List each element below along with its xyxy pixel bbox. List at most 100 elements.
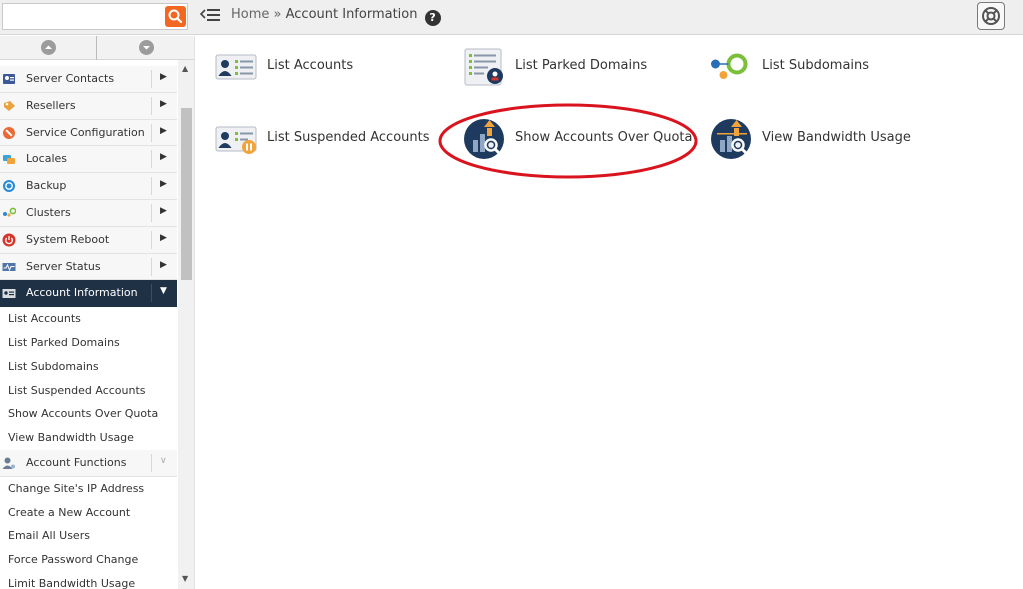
caret-right-icon: ▶ bbox=[160, 205, 167, 216]
subdomains-icon bbox=[711, 53, 748, 79]
caret-right-icon: ▶ bbox=[160, 98, 167, 109]
submenu-item-create-account[interactable]: Create a New Account bbox=[0, 501, 177, 525]
submenu-item-show-accounts-over-quota[interactable]: Show Accounts Over Quota bbox=[0, 402, 177, 426]
top-bar: Home » Account Information ? bbox=[0, 0, 1023, 35]
list-accounts-icon bbox=[215, 54, 257, 80]
sidebar-item-label: Resellers bbox=[26, 98, 76, 112]
submenu-item-list-subdomains[interactable]: List Subdomains bbox=[0, 355, 177, 379]
expand-all-button[interactable] bbox=[98, 36, 194, 60]
sidebar-nav: Server Contacts ▶ Resellers ▶ Service Co… bbox=[0, 66, 177, 589]
divider bbox=[151, 284, 152, 303]
submenu-item-list-suspended-accounts[interactable]: List Suspended Accounts bbox=[0, 379, 177, 403]
submenu-item-view-bandwidth-usage[interactable]: View Bandwidth Usage bbox=[0, 426, 177, 450]
chevron-down-circle-icon bbox=[139, 40, 154, 55]
divider bbox=[151, 70, 152, 88]
lifebuoy-icon bbox=[982, 7, 1000, 25]
contacts-icon bbox=[3, 74, 15, 84]
locales-icon bbox=[3, 155, 15, 165]
submenu-item-limit-bandwidth[interactable]: Limit Bandwidth Usage bbox=[0, 572, 177, 589]
caret-right-icon: ▶ bbox=[160, 125, 167, 136]
caret-right-icon: ▶ bbox=[160, 72, 167, 82]
search-input[interactable] bbox=[3, 4, 167, 29]
page-title: Account Information bbox=[285, 7, 418, 22]
main-content: List Accounts List Parked Domains List S… bbox=[195, 36, 1023, 589]
backup-icon bbox=[3, 180, 15, 193]
submenu-item-email-all-users[interactable]: Email All Users bbox=[0, 524, 177, 548]
sidebar-item-backup[interactable]: Backup ▶ bbox=[0, 173, 177, 200]
sidebar-item-account-functions[interactable]: Account Functions ∨ bbox=[0, 449, 177, 477]
sidebar-item-system-reboot[interactable]: System Reboot ▶ bbox=[0, 226, 177, 254]
scroll-down-arrow-icon[interactable]: ▼ bbox=[182, 574, 188, 583]
help-icon[interactable]: ? bbox=[424, 10, 441, 26]
sidebar-scrollbar[interactable]: ▲ ▼ bbox=[178, 60, 194, 589]
breadcrumb-home-link[interactable]: Home bbox=[231, 7, 269, 22]
caret-right-icon: ▶ bbox=[160, 179, 167, 190]
divider bbox=[151, 96, 152, 115]
sidebar-item-label: Clusters bbox=[26, 205, 71, 219]
caret-right-icon: ▶ bbox=[160, 259, 167, 270]
sidebar-item-service-configuration[interactable]: Service Configuration ▶ bbox=[0, 119, 177, 147]
resellers-icon bbox=[4, 100, 15, 111]
clusters-icon bbox=[3, 207, 16, 217]
tile-list-parked-domains[interactable]: List Parked Domains bbox=[463, 46, 703, 88]
submenu-item-list-parked-domains[interactable]: List Parked Domains bbox=[0, 331, 177, 355]
server-status-icon bbox=[2, 262, 16, 271]
submenu-item-force-password-change[interactable]: Force Password Change bbox=[0, 548, 177, 572]
tile-list-accounts[interactable]: List Accounts bbox=[215, 46, 455, 88]
sidebar-item-label: Service Configuration bbox=[26, 125, 145, 139]
menu-toggle-button[interactable] bbox=[199, 6, 223, 26]
sidebar-item-clusters[interactable]: Clusters ▶ bbox=[0, 199, 177, 227]
submenu-item-change-ip[interactable]: Change Site's IP Address bbox=[0, 477, 177, 501]
caret-right-icon: ▶ bbox=[160, 232, 167, 243]
search-icon bbox=[168, 9, 183, 24]
account-info-icon bbox=[2, 289, 16, 299]
bandwidth-icon bbox=[711, 119, 751, 159]
sidebar-item-server-contacts[interactable]: Server Contacts ▶ bbox=[0, 66, 177, 93]
caret-right-icon: ▶ bbox=[160, 152, 167, 163]
sidebar-item-label: Locales bbox=[26, 152, 68, 166]
tile-label: List Subdomains bbox=[762, 58, 870, 73]
power-icon bbox=[2, 233, 16, 247]
divider bbox=[151, 453, 152, 472]
submenu-item-list-accounts[interactable]: List Accounts bbox=[0, 307, 177, 331]
tile-label: List Parked Domains bbox=[515, 58, 648, 73]
support-button[interactable] bbox=[977, 2, 1005, 30]
collapse-all-button[interactable] bbox=[0, 36, 97, 60]
divider bbox=[151, 230, 152, 249]
scroll-up-arrow-icon[interactable]: ▲ bbox=[182, 64, 188, 73]
sidebar-item-label: Server Status bbox=[26, 259, 101, 273]
chevron-down-icon: ∨ bbox=[160, 455, 167, 466]
tile-list-subdomains[interactable]: List Subdomains bbox=[710, 46, 950, 88]
tile-list-suspended-accounts[interactable]: List Suspended Accounts bbox=[215, 118, 455, 160]
search-box bbox=[2, 3, 188, 30]
sidebar-collapse-row bbox=[0, 36, 194, 60]
breadcrumb-separator: » bbox=[269, 7, 286, 22]
divider bbox=[151, 123, 152, 142]
sidebar-item-locales[interactable]: Locales ▶ bbox=[0, 146, 177, 174]
search-button[interactable] bbox=[165, 6, 186, 27]
tile-label: List Suspended Accounts bbox=[267, 130, 430, 145]
suspended-accounts-icon bbox=[215, 126, 257, 154]
divider bbox=[151, 177, 152, 196]
divider bbox=[151, 150, 152, 169]
sidebar-item-label: System Reboot bbox=[26, 232, 110, 246]
parked-domains-icon bbox=[464, 48, 503, 86]
tile-label: View Bandwidth Usage bbox=[762, 130, 911, 145]
divider bbox=[151, 257, 152, 276]
tile-view-bandwidth-usage[interactable]: View Bandwidth Usage bbox=[710, 118, 950, 160]
tile-label: List Accounts bbox=[267, 58, 354, 73]
breadcrumb: Home » Account Information ? bbox=[231, 7, 441, 26]
account-functions-icon bbox=[2, 457, 15, 469]
sidebar-item-label: Backup bbox=[26, 179, 67, 193]
sidebar-item-resellers[interactable]: Resellers ▶ bbox=[0, 92, 177, 120]
sidebar-item-label: Server Contacts bbox=[26, 72, 115, 85]
sidebar-item-server-status[interactable]: Server Status ▶ bbox=[0, 253, 177, 281]
account-information-submenu: List Accounts List Parked Domains List S… bbox=[0, 307, 177, 450]
sidebar-item-label: Account Information bbox=[26, 286, 138, 300]
scrollbar-thumb[interactable] bbox=[181, 108, 192, 280]
sidebar: Server Contacts ▶ Resellers ▶ Service Co… bbox=[0, 36, 195, 589]
sidebar-item-account-information[interactable]: Account Information ▼ bbox=[0, 280, 177, 308]
account-functions-submenu: Change Site's IP Address Create a New Ac… bbox=[0, 476, 177, 589]
highlight-ellipse-annotation bbox=[438, 103, 698, 179]
chevron-up-circle-icon bbox=[41, 40, 56, 55]
